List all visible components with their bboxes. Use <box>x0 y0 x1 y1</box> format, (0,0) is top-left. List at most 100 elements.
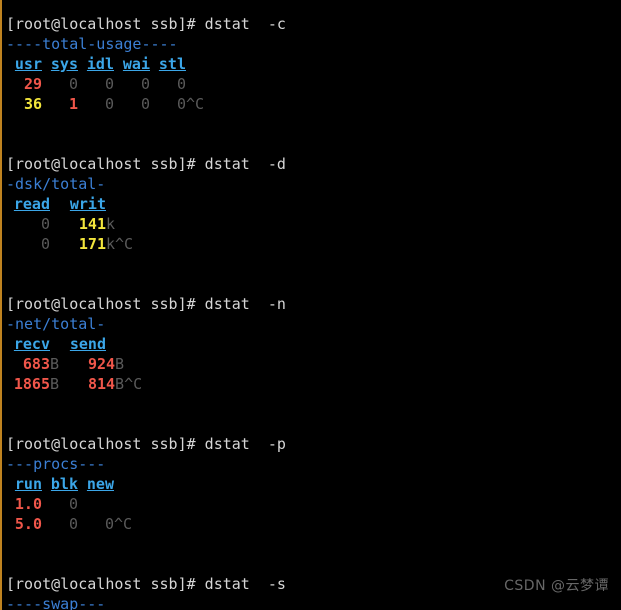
data-row: 1.0 0 <box>0 494 621 514</box>
column-header-stl: stl <box>158 55 186 73</box>
command-text: dstat -p <box>195 435 286 453</box>
ctrl-c-marker: ^C <box>115 235 134 253</box>
ctrl-c-marker: ^C <box>114 515 133 533</box>
value-recv: 1865 <box>13 375 50 393</box>
column-header-recv: recv <box>13 335 50 353</box>
data-cell-send: 924 <box>71 354 115 374</box>
section-separator: ----total-usage---- <box>0 34 621 54</box>
ctrl-c-marker: ^C <box>124 375 143 393</box>
data-cell-read: 0 <box>8 234 50 254</box>
dstat-session-net: [root@localhost ssb]# dstat -n -net/total… <box>0 294 621 434</box>
separator-text: -dsk/total- <box>6 175 106 193</box>
prompt-line: [root@localhost ssb]# dstat -p <box>0 434 621 454</box>
command-text: dstat -c <box>195 15 286 33</box>
section-separator: -dsk/total- <box>0 174 621 194</box>
column-header-wai: wai <box>122 55 150 73</box>
column-header-writ: writ <box>69 195 106 213</box>
unit-recv: B <box>50 375 60 393</box>
data-cell-idl: 0 <box>78 94 114 114</box>
column-header-send: send <box>69 335 106 353</box>
value-new: 0 <box>104 515 114 533</box>
prompt-line: [root@localhost ssb]# dstat -n <box>0 294 621 314</box>
unit-writ: k <box>106 215 116 233</box>
prompt-line: [root@localhost ssb]# dstat -c <box>0 14 621 34</box>
shell-prompt: [root@localhost ssb]# <box>6 575 196 593</box>
column-header-sys: sys <box>50 55 78 73</box>
unit-writ: k <box>106 235 116 253</box>
column-header-new: new <box>86 475 114 493</box>
value-blk: 0 <box>68 515 78 533</box>
column-header-row: recv send <box>0 334 621 354</box>
data-cell-run: 1.0 <box>6 494 42 514</box>
column-header-run: run <box>14 475 42 493</box>
dstat-session-disk: [root@localhost ssb]# dstat -d -dsk/total… <box>0 154 621 294</box>
value-usr: 36 <box>23 95 42 113</box>
unit-send: B <box>115 375 125 393</box>
shell-prompt: [root@localhost ssb]# <box>6 435 196 453</box>
command-text: dstat -n <box>195 295 286 313</box>
value-wai: 0 <box>140 95 150 113</box>
shell-prompt: [root@localhost ssb]# <box>6 15 196 33</box>
data-cell-stl: 0 <box>150 74 186 94</box>
watermark-label: CSDN @云梦谭 <box>504 578 609 594</box>
value-run: 1.0 <box>14 495 42 513</box>
value-read: 0 <box>40 215 50 233</box>
data-cell-idl: 0 <box>78 74 114 94</box>
column-header-usr: usr <box>14 55 42 73</box>
dstat-session-procs: [root@localhost ssb]# dstat -p ---procs--… <box>0 434 621 574</box>
separator-text: ----swap--- <box>6 595 106 610</box>
value-stl: 0 <box>176 75 186 93</box>
column-header-read: read <box>13 195 50 213</box>
value-send: 814 <box>87 375 116 393</box>
data-cell-usr: 29 <box>8 74 42 94</box>
ctrl-c-marker: ^C <box>186 95 205 113</box>
dstat-session-cpu: [root@localhost ssb]# dstat -c ----total-… <box>0 14 621 154</box>
value-read: 0 <box>40 235 50 253</box>
unit-recv: B <box>50 355 60 373</box>
value-idl: 0 <box>104 95 114 113</box>
data-row: 0 171k^C <box>0 234 621 254</box>
column-header-row: usr sys idl wai stl <box>0 54 621 74</box>
terminal-window[interactable]: [root@localhost ssb]# dstat -c ----total-… <box>0 0 621 610</box>
shell-prompt: [root@localhost ssb]# <box>6 295 196 313</box>
data-cell-recv: 1865 <box>8 374 50 394</box>
terminal-screen[interactable]: [root@localhost ssb]# dstat -c ----total-… <box>0 0 621 610</box>
separator-text: ----total-usage---- <box>6 35 178 53</box>
unit-send: B <box>115 355 125 373</box>
section-separator: ----swap--- <box>0 594 621 610</box>
data-cell-sys: 0 <box>42 74 78 94</box>
data-row: 29 0 0 0 0 <box>0 74 621 94</box>
value-sys: 0 <box>68 75 78 93</box>
value-blk: 0 <box>68 495 78 513</box>
column-header-blk: blk <box>50 475 78 493</box>
data-cell-writ: 141 <box>62 214 106 234</box>
value-idl: 0 <box>104 75 114 93</box>
value-wai: 0 <box>140 75 150 93</box>
value-writ: 171 <box>78 235 106 253</box>
value-stl: 0 <box>176 95 186 113</box>
column-header-idl: idl <box>86 55 114 73</box>
value-usr: 29 <box>23 75 42 93</box>
data-cell-usr: 36 <box>8 94 42 114</box>
data-cell-blk: 0 <box>42 514 78 534</box>
value-recv: 683 <box>22 355 50 373</box>
column-header-row: run blk new <box>0 474 621 494</box>
data-row: 36 1 0 0 0^C <box>0 94 621 114</box>
data-cell-recv: 683 <box>8 354 50 374</box>
data-cell-blk: 0 <box>42 494 78 514</box>
data-cell-run: 5.0 <box>6 514 42 534</box>
prompt-line: [root@localhost ssb]# dstat -d <box>0 154 621 174</box>
data-cell-stl: 0 <box>150 94 186 114</box>
command-text: dstat -s <box>195 575 286 593</box>
data-row: 5.0 0 0^C <box>0 514 621 534</box>
shell-prompt: [root@localhost ssb]# <box>6 155 196 173</box>
column-header-row: read writ <box>0 194 621 214</box>
value-sys: 1 <box>68 95 78 113</box>
data-row: 0 141k <box>0 214 621 234</box>
data-cell-read: 0 <box>8 214 50 234</box>
